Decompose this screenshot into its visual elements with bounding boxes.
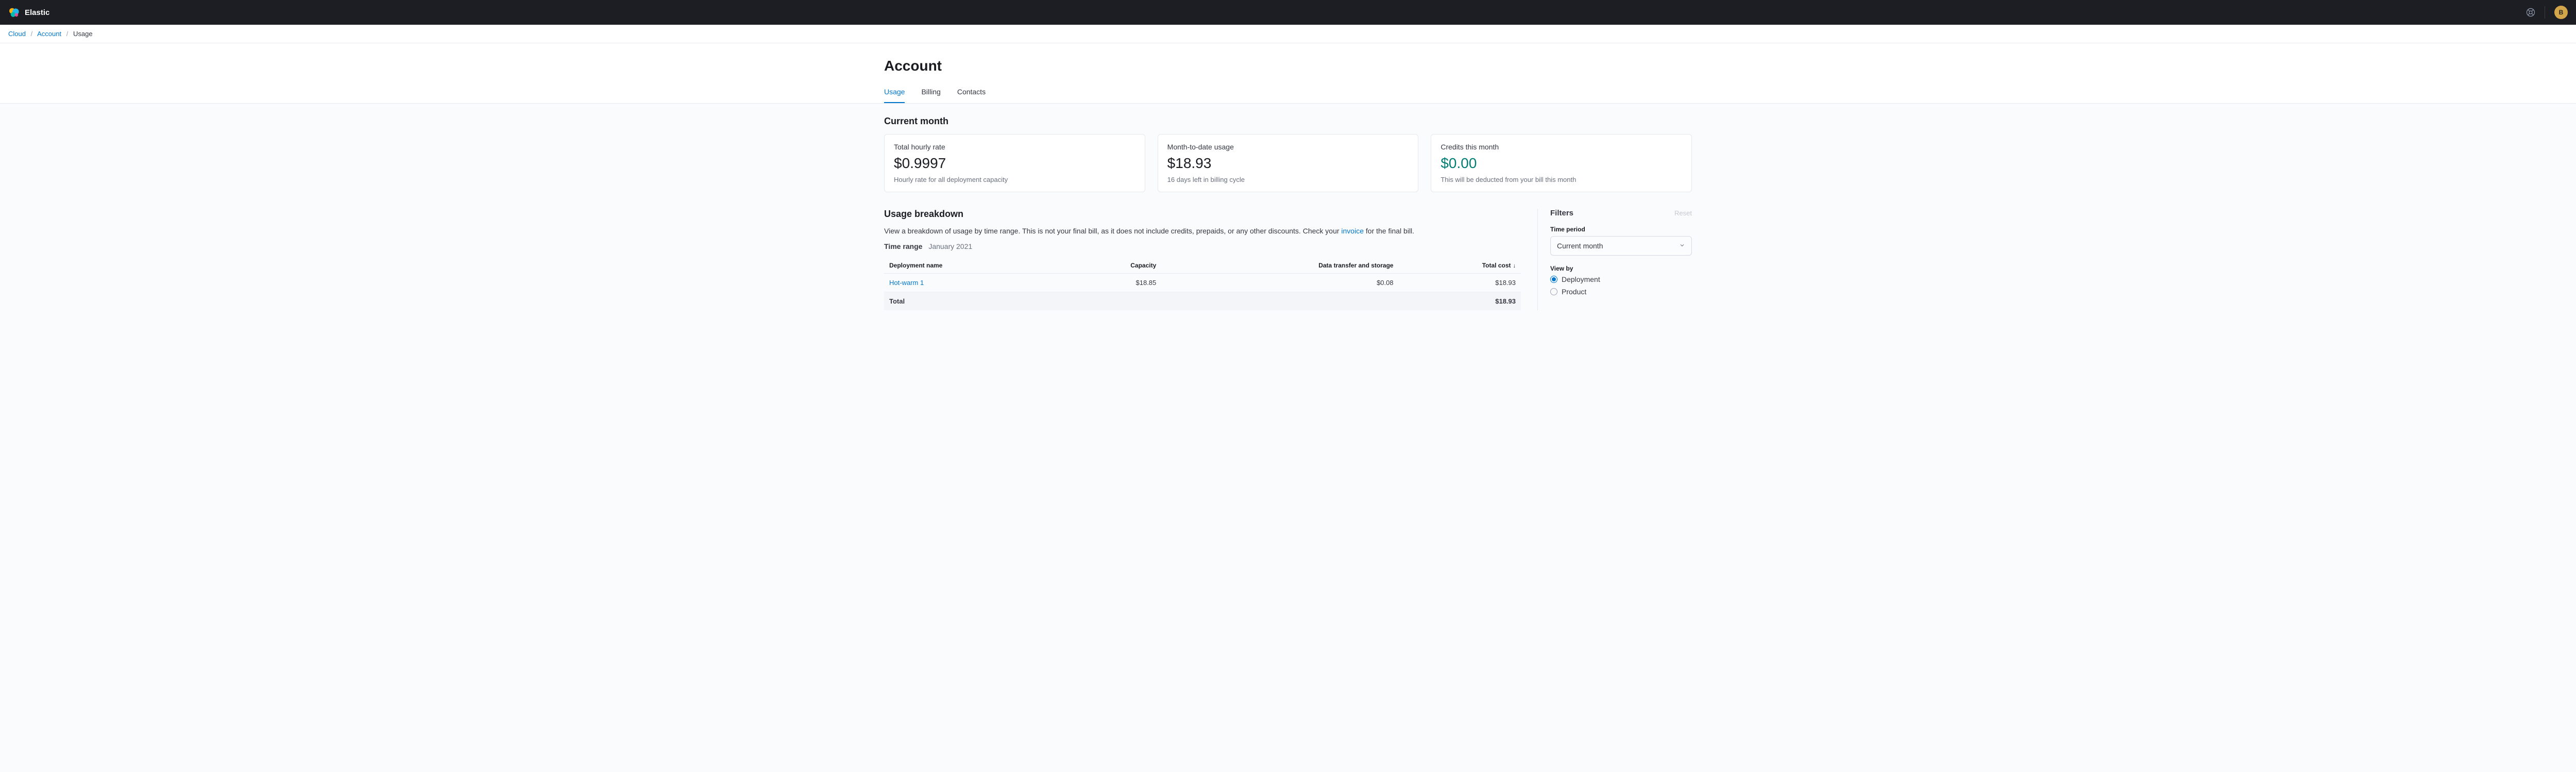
card-month-to-date: Month-to-date usage $18.93 16 days left … — [1158, 134, 1419, 192]
breadcrumb-sep: / — [66, 30, 69, 38]
col-total-cost-label: Total cost — [1482, 262, 1511, 269]
total-label: Total — [884, 292, 1061, 311]
table-row: Hot-warm 1 $18.85 $0.08 $18.93 — [884, 274, 1521, 292]
card-sub: This will be deducted from your bill thi… — [1440, 176, 1682, 183]
breadcrumb-item-cloud[interactable]: Cloud — [8, 30, 26, 38]
radio-label: Deployment — [1562, 275, 1600, 283]
col-total-cost[interactable]: Total cost↓ — [1399, 258, 1521, 274]
brand-label: Elastic — [25, 8, 49, 17]
time-range-value: January 2021 — [928, 242, 972, 250]
breakdown-title: Usage breakdown — [884, 209, 1521, 220]
col-data-transfer-storage[interactable]: Data transfer and storage — [1161, 258, 1398, 274]
time-period-label: Time period — [1550, 226, 1692, 233]
tab-contacts[interactable]: Contacts — [957, 81, 986, 103]
avatar[interactable]: B — [2554, 6, 2568, 19]
card-label: Credits this month — [1440, 143, 1682, 151]
col-capacity[interactable]: Capacity — [1061, 258, 1161, 274]
topbar: Elastic B — [0, 0, 2576, 25]
breakdown-area: Usage breakdown View a breakdown of usag… — [884, 209, 1692, 310]
breakdown-desc-after: for the final bill. — [1364, 227, 1414, 235]
content: Current month Total hourly rate $0.9997 … — [876, 104, 1700, 331]
view-by-deployment[interactable]: Deployment — [1550, 275, 1692, 283]
breadcrumb-current: Usage — [73, 30, 93, 38]
filters-panel: Filters Reset Time period Current month … — [1537, 209, 1692, 310]
reset-button[interactable]: Reset — [1674, 209, 1692, 217]
time-range-label: Time range — [884, 242, 922, 250]
cell-total: $18.93 — [1399, 274, 1521, 292]
summary-cards: Total hourly rate $0.9997 Hourly rate fo… — [884, 134, 1692, 192]
filters-head: Filters Reset — [1550, 209, 1692, 217]
radio-unchecked-icon — [1550, 288, 1557, 295]
cell-dts: $0.08 — [1161, 274, 1398, 292]
tabs: Usage Billing Contacts — [884, 81, 1692, 103]
page-title: Account — [884, 43, 1692, 78]
deployment-link[interactable]: Hot-warm 1 — [889, 279, 924, 287]
breakdown-main: Usage breakdown View a breakdown of usag… — [884, 209, 1537, 310]
radio-label: Product — [1562, 288, 1586, 296]
chevron-down-icon — [1679, 242, 1685, 250]
help-icon[interactable] — [2526, 8, 2535, 17]
card-value: $0.9997 — [894, 155, 1136, 172]
time-range-row: Time range January 2021 — [884, 242, 1521, 250]
time-period-select[interactable]: Current month — [1550, 236, 1692, 256]
topbar-left: Elastic — [8, 7, 49, 18]
sort-desc-icon: ↓ — [1513, 263, 1516, 269]
card-sub: Hourly rate for all deployment capacity — [894, 176, 1136, 183]
card-label: Total hourly rate — [894, 143, 1136, 151]
usage-table: Deployment name Capacity Data transfer a… — [884, 258, 1521, 310]
table-total-row: Total $18.93 — [884, 292, 1521, 311]
card-credits: Credits this month $0.00 This will be de… — [1431, 134, 1692, 192]
time-period-value: Current month — [1557, 242, 1603, 250]
cell-capacity: $18.85 — [1061, 274, 1161, 292]
grand-total: $18.93 — [1399, 292, 1521, 311]
radio-checked-icon — [1550, 276, 1557, 283]
tab-usage[interactable]: Usage — [884, 81, 905, 103]
tab-billing[interactable]: Billing — [921, 81, 940, 103]
page-header: Account Usage Billing Contacts — [0, 43, 2576, 104]
invoice-link[interactable]: invoice — [1341, 227, 1364, 235]
card-value: $18.93 — [1167, 155, 1409, 172]
card-value: $0.00 — [1440, 155, 1682, 172]
table-header-row: Deployment name Capacity Data transfer a… — [884, 258, 1521, 274]
card-sub: 16 days left in billing cycle — [1167, 176, 1409, 183]
breakdown-desc-before: View a breakdown of usage by time range.… — [884, 227, 1341, 235]
filters-title: Filters — [1550, 209, 1573, 217]
breadcrumb-sep: / — [31, 30, 33, 38]
card-label: Month-to-date usage — [1167, 143, 1409, 151]
current-month-section: Current month Total hourly rate $0.9997 … — [884, 116, 1692, 192]
col-deployment-name[interactable]: Deployment name — [884, 258, 1061, 274]
card-total-hourly-rate: Total hourly rate $0.9997 Hourly rate fo… — [884, 134, 1145, 192]
view-by-product[interactable]: Product — [1550, 288, 1692, 296]
breadcrumb: Cloud / Account / Usage — [0, 25, 2576, 43]
topbar-right: B — [2526, 6, 2568, 19]
breadcrumb-item-account[interactable]: Account — [37, 30, 61, 38]
elastic-logo-icon[interactable] — [8, 7, 20, 18]
breakdown-description: View a breakdown of usage by time range.… — [884, 227, 1521, 235]
view-by-label: View by — [1550, 265, 1692, 272]
current-month-title: Current month — [884, 116, 1692, 127]
